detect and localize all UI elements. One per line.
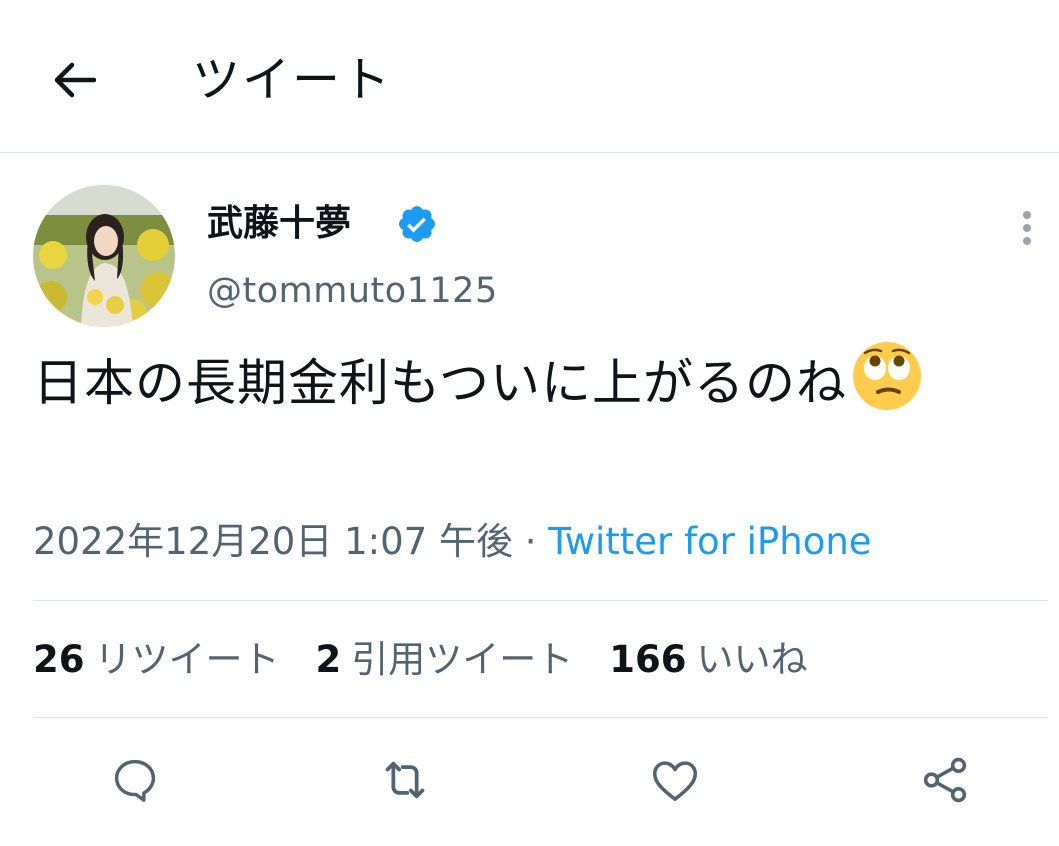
retweets-count: 26	[33, 638, 85, 681]
retweet-icon	[385, 761, 425, 799]
likes-count: 166	[609, 638, 687, 681]
retweets-label: リツイート	[94, 638, 280, 681]
divider	[33, 717, 1048, 718]
tweet-body: 日本の長期金利もついに上がるのね	[33, 354, 847, 412]
author-handle[interactable]: @tommuto1125	[207, 268, 498, 314]
quotes-count: 2	[315, 638, 342, 681]
tweet-time: 1:07 午後	[344, 520, 513, 563]
likes-stat[interactable]: 166 いいね	[609, 634, 807, 686]
more-options-icon[interactable]	[1012, 205, 1042, 251]
face-with-rolling-eyes-icon	[853, 342, 921, 410]
page-title: ツイート	[192, 52, 393, 108]
divider	[33, 600, 1048, 601]
meta-separator: ·	[512, 520, 549, 563]
avatar-image	[33, 185, 175, 327]
tweet-stats: 26 リツイート 2 引用ツイート 166 いいね	[33, 634, 843, 686]
avatar[interactable]	[33, 185, 175, 327]
retweet-button[interactable]	[377, 752, 433, 808]
back-button[interactable]	[50, 56, 98, 104]
tweet-meta: 2022年12月20日 1:07 午後 · Twitter for iPhone	[33, 516, 872, 568]
top-bar: ツイート	[0, 0, 1059, 153]
arrow-left-icon	[54, 62, 96, 98]
likes-label: いいね	[696, 638, 808, 681]
tweet-date: 2022年12月20日	[33, 520, 333, 563]
retweets-stat[interactable]: 26 リツイート	[33, 634, 280, 686]
reply-button[interactable]	[107, 752, 163, 808]
like-icon	[652, 761, 698, 801]
author-name[interactable]: 武藤十夢	[207, 200, 351, 248]
verified-badge-icon	[399, 206, 435, 242]
like-button[interactable]	[647, 752, 703, 808]
quotes-stat[interactable]: 2 引用ツイート	[316, 634, 574, 686]
reply-icon	[114, 759, 156, 802]
tweet-source[interactable]: Twitter for iPhone	[548, 520, 871, 563]
tweet-text: 日本の長期金利もついに上がるのね	[33, 340, 1023, 421]
quotes-label: 引用ツイート	[351, 638, 574, 681]
share-icon	[923, 757, 967, 803]
share-button[interactable]	[917, 752, 973, 808]
